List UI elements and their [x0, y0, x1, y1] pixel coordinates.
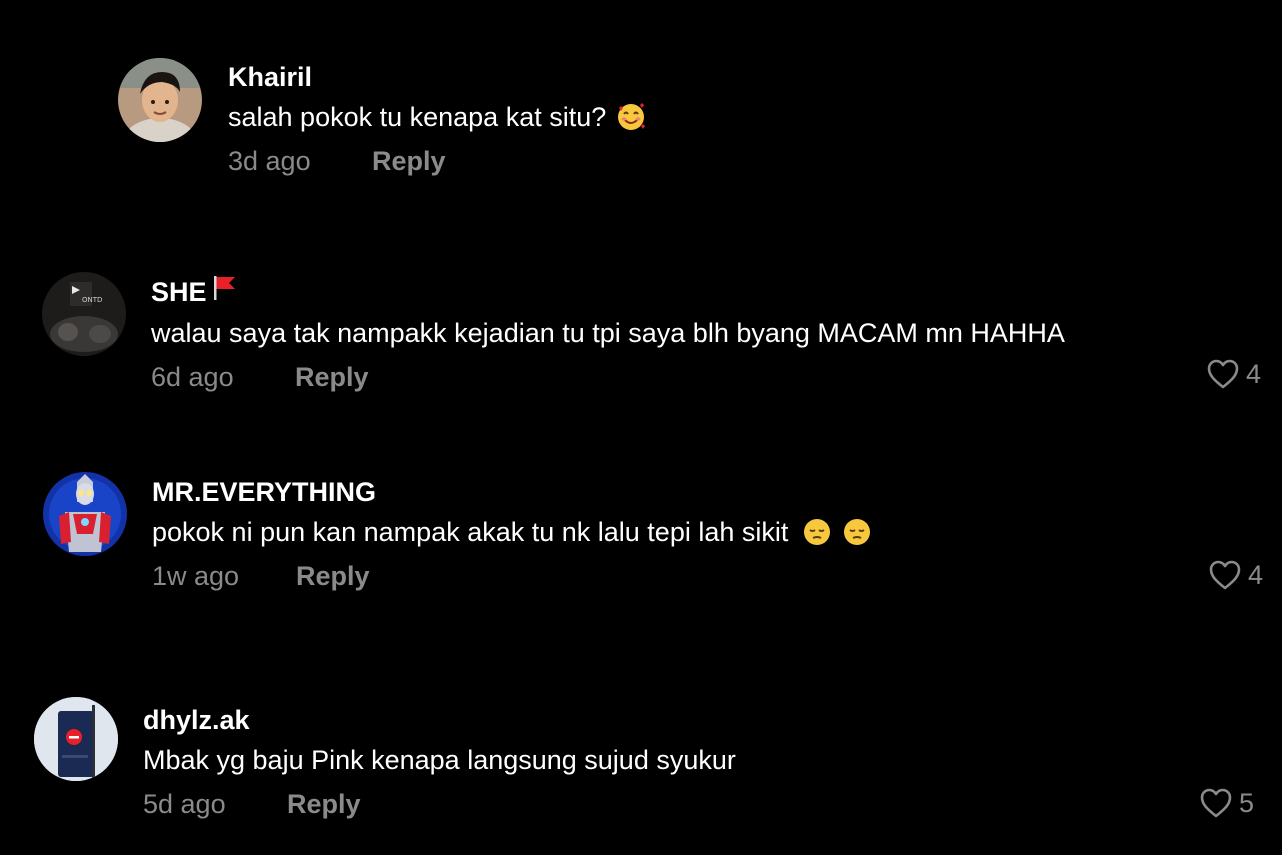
comment-text: pokok ni pun kan nampak akak tu nk lalu … — [152, 513, 872, 551]
comment-meta: 6d ago Reply — [151, 360, 1065, 394]
username[interactable]: dhylz.ak — [143, 703, 736, 737]
reply-button[interactable]: Reply — [372, 144, 446, 178]
comment-item: ONTD SHE walau saya tak nampakk kejadian… — [0, 272, 1282, 404]
username-text[interactable]: dhylz.ak — [143, 703, 250, 737]
pensive-face-icon — [842, 517, 872, 547]
svg-text:ONTD: ONTD — [82, 296, 102, 304]
comment-time: 5d ago — [143, 789, 226, 819]
like-button[interactable]: 4 — [1206, 358, 1261, 390]
comment-content: dhylz.ak Mbak yg baju Pink kenapa langsu… — [143, 703, 736, 821]
username-text[interactable]: MR.EVERYTHING — [152, 475, 376, 509]
avatar[interactable] — [43, 472, 127, 556]
comment-meta: 1w ago Reply — [152, 559, 872, 593]
comment-text: walau saya tak nampakk kejadian tu tpi s… — [151, 314, 1065, 352]
comment-meta: 5d ago Reply — [143, 787, 736, 821]
like-count: 4 — [1248, 559, 1264, 590]
comment-content: Khairil salah pokok tu kenapa kat situ? — [228, 60, 646, 178]
username[interactable]: MR.EVERYTHING — [152, 475, 872, 509]
comment-content: MR.EVERYTHING pokok ni pun kan nampak ak… — [152, 475, 872, 593]
comment-text: Mbak yg baju Pink kenapa langsung sujud … — [143, 741, 736, 779]
comment-text-body: Mbak yg baju Pink kenapa langsung sujud … — [143, 745, 736, 775]
pensive-face-icon — [802, 517, 832, 547]
like-count: 5 — [1239, 787, 1255, 818]
comment-text-body: walau saya tak nampakk kejadian tu tpi s… — [151, 318, 1065, 348]
username-text[interactable]: Khairil — [228, 60, 312, 94]
comment-time: 6d ago — [151, 362, 234, 392]
avatar[interactable] — [118, 58, 202, 142]
like-button[interactable]: 5 — [1199, 787, 1254, 819]
like-button[interactable]: 4 — [1208, 559, 1263, 591]
reply-button[interactable]: Reply — [287, 787, 361, 821]
comment-content: SHE walau saya tak nampakk kejadian tu t… — [151, 274, 1065, 394]
avatar[interactable]: ONTD — [42, 272, 126, 356]
username-text[interactable]: SHE — [151, 275, 207, 309]
heart-icon — [1200, 788, 1232, 818]
username[interactable]: SHE — [151, 274, 1065, 310]
username[interactable]: Khairil — [228, 60, 646, 94]
comment-item: dhylz.ak Mbak yg baju Pink kenapa langsu… — [0, 697, 1282, 833]
comment-item: Khairil salah pokok tu kenapa kat situ? — [0, 58, 1282, 190]
heart-icon — [1209, 560, 1241, 590]
smiling-face-with-hearts-icon — [616, 102, 646, 132]
reply-button[interactable]: Reply — [296, 559, 370, 593]
comment-time: 1w ago — [152, 561, 240, 591]
heart-icon — [1207, 359, 1239, 389]
comment-item: MR.EVERYTHING pokok ni pun kan nampak ak… — [0, 472, 1282, 605]
comment-text-body: salah pokok tu kenapa kat situ? — [228, 102, 607, 132]
comment-time: 3d ago — [228, 146, 311, 176]
reply-button[interactable]: Reply — [295, 360, 369, 394]
comment-text: salah pokok tu kenapa kat situ? — [228, 98, 646, 136]
red-flag-icon — [211, 274, 237, 310]
comment-meta: 3d ago Reply — [228, 144, 646, 178]
like-count: 4 — [1246, 358, 1262, 389]
avatar[interactable] — [34, 697, 118, 781]
comment-text-body: pokok ni pun kan nampak akak tu nk lalu … — [152, 517, 789, 547]
